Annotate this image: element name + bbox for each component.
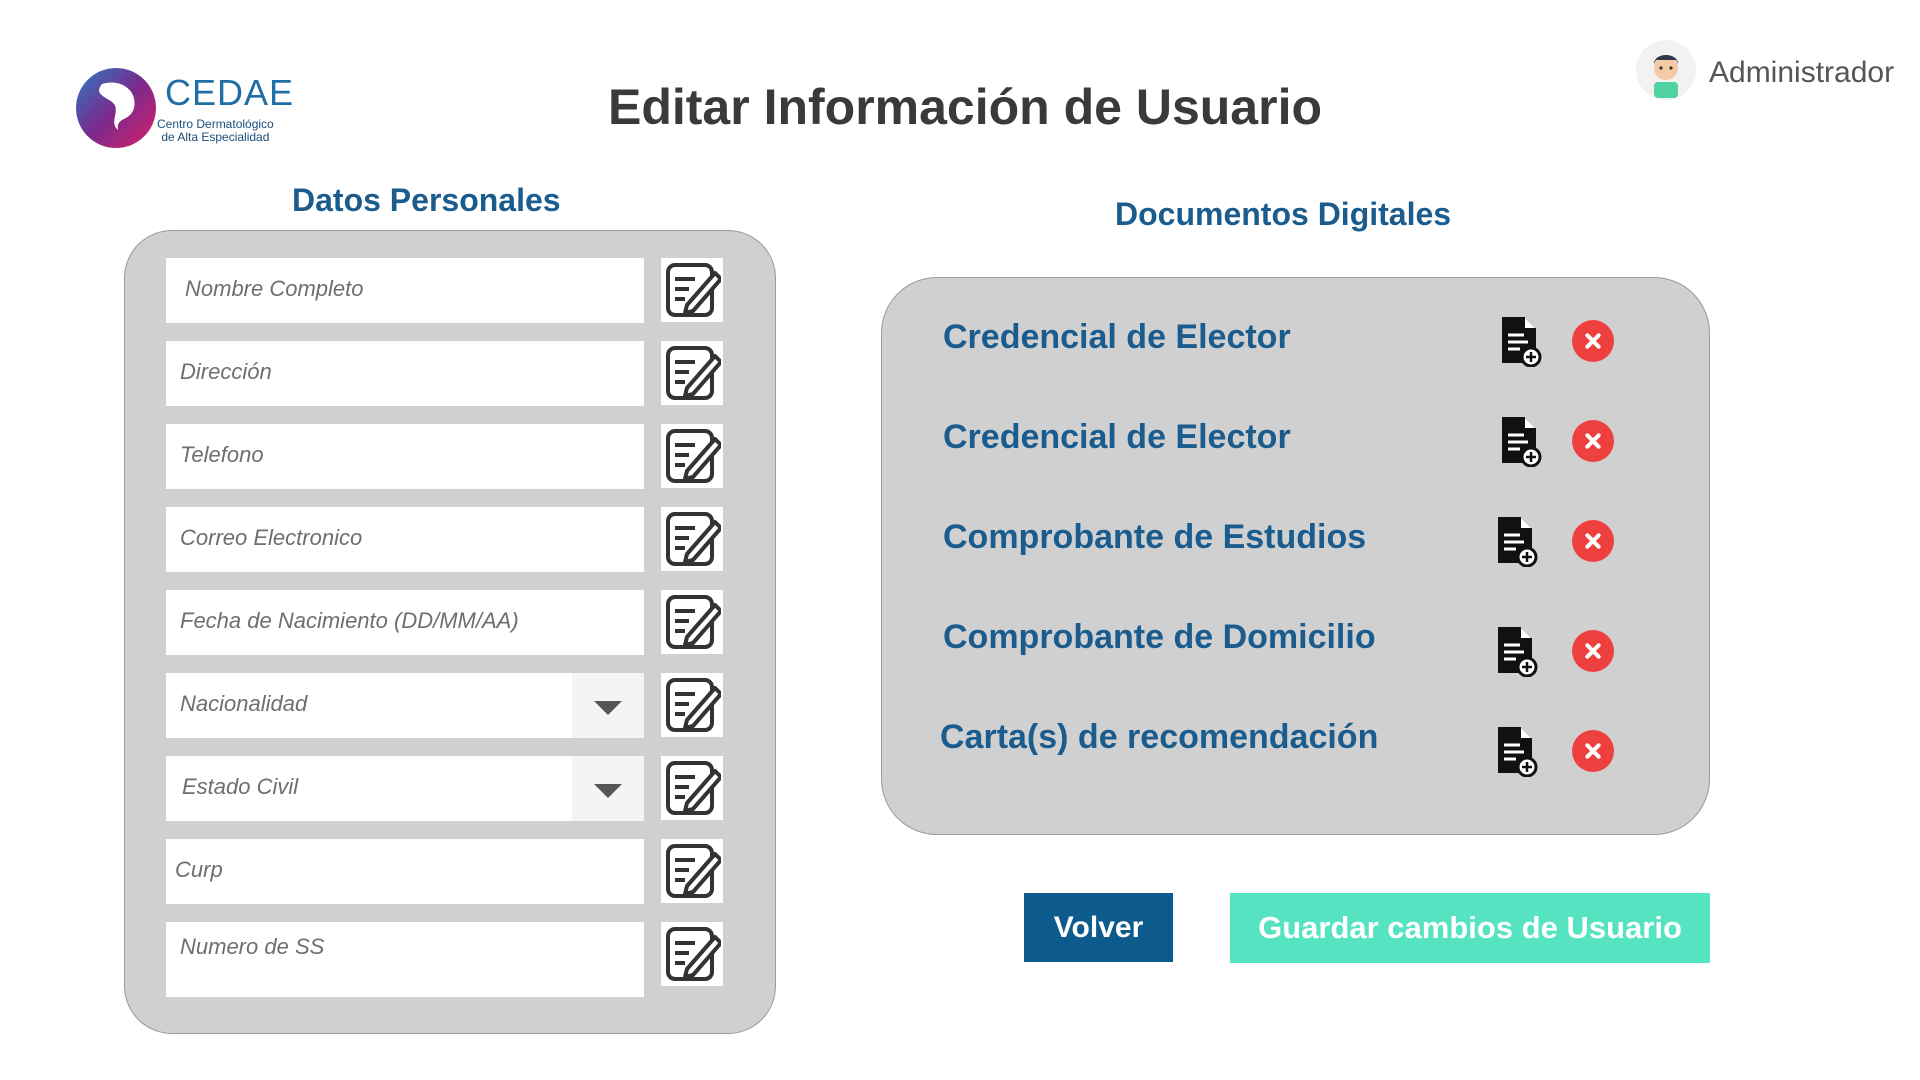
phone-field-placeholder: Telefono — [180, 442, 264, 467]
edit-name-button[interactable] — [661, 258, 723, 322]
address-field-placeholder: Dirección — [180, 359, 272, 384]
ss-number-field-placeholder: Numero de SS — [180, 934, 325, 959]
document-file-icon[interactable] — [1496, 515, 1538, 568]
edit-marital-status-button[interactable] — [661, 756, 723, 820]
marital-status-select[interactable]: Estado Civil — [166, 756, 644, 821]
document-label: Credencial de Elector — [943, 418, 1291, 456]
edit-birthdate-button[interactable] — [661, 590, 723, 654]
documents-title: Documentos Digitales — [1115, 196, 1452, 232]
document-file-icon[interactable] — [1496, 725, 1538, 778]
address-field[interactable]: Dirección — [166, 341, 644, 406]
delete-document-button[interactable] — [1572, 730, 1614, 772]
page-title: Editar Información de Usuario — [607, 79, 1322, 135]
document-file-icon[interactable] — [1500, 315, 1542, 368]
edit-icon — [666, 678, 721, 732]
edit-icon — [666, 512, 721, 566]
name-field[interactable]: Nombre Completo — [166, 258, 644, 323]
edit-email-button[interactable] — [661, 507, 723, 571]
file-upload-icon — [1502, 417, 1542, 468]
edit-phone-button[interactable] — [661, 424, 723, 488]
birthdate-field[interactable]: Fecha de Nacimiento (DD/MM/AA) — [166, 590, 644, 655]
document-label: Comprobante de Domicilio — [943, 618, 1376, 656]
delete-document-button[interactable] — [1572, 320, 1614, 362]
edit-ss-number-button[interactable] — [661, 922, 723, 986]
user-avatar[interactable] — [1636, 40, 1696, 100]
edit-icon — [666, 263, 721, 317]
edit-nationality-button[interactable] — [661, 673, 723, 737]
edit-icon — [666, 346, 721, 400]
user-name[interactable]: Administrador — [1709, 56, 1894, 90]
ss-number-field[interactable]: Numero de SS — [166, 922, 644, 997]
edit-address-button[interactable] — [661, 341, 723, 405]
curp-field-placeholder: Curp — [175, 857, 223, 882]
document-file-icon[interactable] — [1500, 415, 1542, 468]
chevron-down-icon[interactable] — [572, 673, 644, 738]
edit-icon — [666, 844, 721, 898]
back-button[interactable]: Volver — [1024, 893, 1173, 962]
file-upload-icon — [1498, 627, 1538, 678]
file-upload-icon — [1502, 317, 1542, 368]
document-file-icon[interactable] — [1496, 625, 1538, 678]
curp-field[interactable]: Curp — [166, 839, 644, 904]
edit-curp-button[interactable] — [661, 839, 723, 903]
file-upload-icon — [1498, 517, 1538, 568]
edit-icon — [666, 429, 721, 483]
edit-icon — [666, 595, 721, 649]
delete-document-button[interactable] — [1572, 520, 1614, 562]
phone-field[interactable]: Telefono — [166, 424, 644, 489]
personal-data-title: Datos Personales — [292, 182, 561, 218]
delete-document-button[interactable] — [1572, 630, 1614, 672]
nationality-select-placeholder: Nacionalidad — [180, 691, 308, 716]
chevron-down-icon[interactable] — [572, 756, 644, 821]
birthdate-field-placeholder: Fecha de Nacimiento (DD/MM/AA) — [180, 608, 519, 633]
edit-icon — [666, 927, 721, 981]
delete-document-button[interactable] — [1572, 420, 1614, 462]
document-label: Comprobante de Estudios — [943, 518, 1367, 556]
name-field-placeholder: Nombre Completo — [185, 276, 364, 301]
nationality-select[interactable]: Nacionalidad — [166, 673, 644, 738]
save-user-button[interactable]: Guardar cambios de Usuario — [1230, 893, 1710, 963]
email-field-placeholder: Correo Electronico — [180, 525, 363, 550]
document-label: Carta(s) de recomendación — [940, 718, 1379, 756]
user-avatar-icon — [1654, 55, 1678, 98]
marital-status-select-placeholder: Estado Civil — [182, 774, 299, 799]
email-field[interactable]: Correo Electronico — [166, 507, 644, 572]
edit-icon — [666, 761, 721, 815]
document-label: Credencial de Elector — [943, 318, 1291, 356]
file-upload-icon — [1498, 727, 1538, 778]
